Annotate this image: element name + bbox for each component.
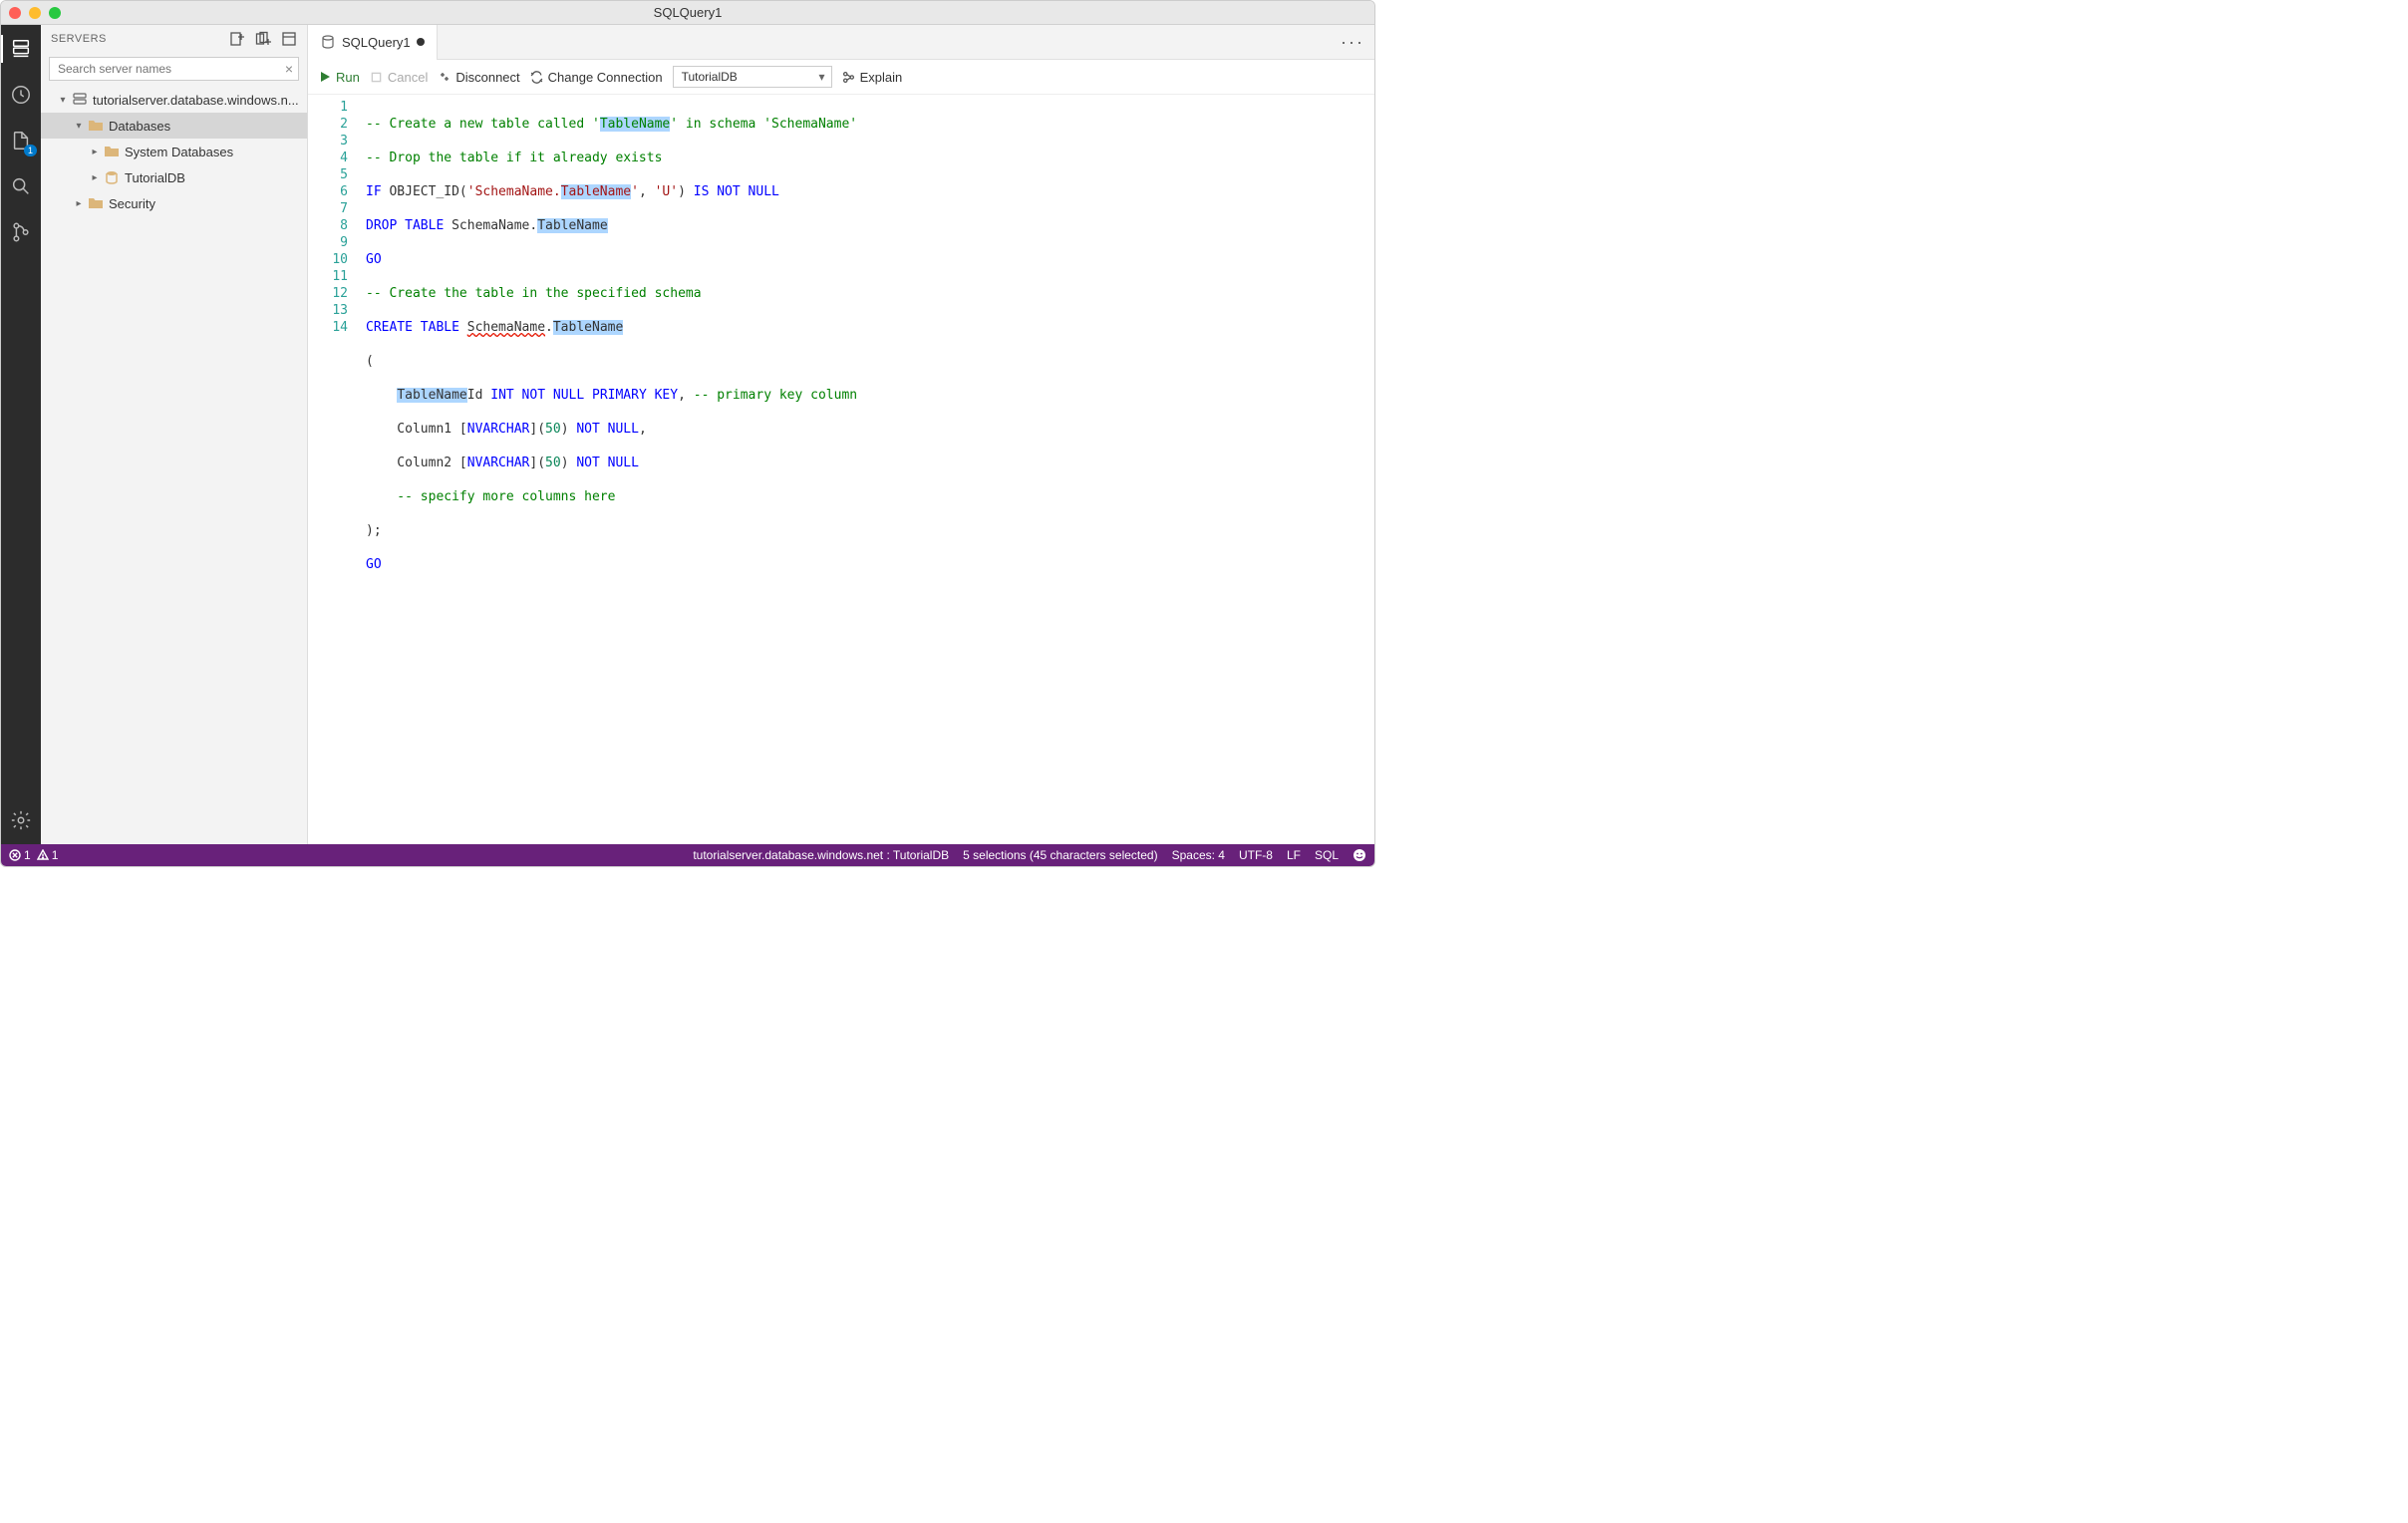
explorer-activity-icon[interactable]: 1 <box>7 127 35 154</box>
status-encoding[interactable]: UTF-8 <box>1239 848 1273 862</box>
task-history-activity-icon[interactable] <box>7 81 35 109</box>
new-connection-icon[interactable] <box>229 31 245 47</box>
security-label: Security <box>109 196 155 211</box>
status-language[interactable]: SQL <box>1315 848 1339 862</box>
disconnect-icon <box>438 70 452 84</box>
databases-node[interactable]: ▾ Databases <box>41 113 307 139</box>
change-connection-icon <box>530 70 544 84</box>
status-bar: 1 1 tutorialserver.database.windows.net … <box>1 844 1374 866</box>
chevron-down-icon: ▾ <box>71 121 87 132</box>
editor-tabs: SQLQuery1 ··· <box>308 25 1374 60</box>
sidebar: SERVERS × ▾ tutorialserver.database.wind… <box>41 25 308 844</box>
security-node[interactable]: ▸ Security <box>41 190 307 216</box>
status-spaces[interactable]: Spaces: 4 <box>1172 848 1225 862</box>
system-databases-node[interactable]: ▸ System Databases <box>41 139 307 164</box>
activity-bar: 1 <box>1 25 41 844</box>
cancel-button: Cancel <box>370 70 428 85</box>
databases-label: Databases <box>109 119 170 134</box>
status-errors[interactable]: 1 <box>9 848 31 862</box>
chevron-down-icon: ▾ <box>55 95 71 106</box>
tutorialdb-label: TutorialDB <box>125 170 185 185</box>
tutorialdb-node[interactable]: ▸ TutorialDB <box>41 164 307 190</box>
tab-sqlquery1[interactable]: SQLQuery1 <box>308 25 438 60</box>
folder-icon <box>87 194 105 212</box>
sidebar-title: SERVERS <box>51 33 107 45</box>
status-connection[interactable]: tutorialserver.database.windows.net : Tu… <box>693 848 949 862</box>
folder-icon <box>87 117 105 135</box>
sidebar-header: SERVERS <box>41 25 307 53</box>
explain-button[interactable]: Explain <box>842 70 903 85</box>
code-editor[interactable]: 1234567891011121314 -- Create a new tabl… <box>308 95 1374 844</box>
tab-label: SQLQuery1 <box>342 35 411 50</box>
folder-icon <box>103 143 121 160</box>
status-eol[interactable]: LF <box>1287 848 1301 862</box>
line-numbers: 1234567891011121314 <box>308 95 358 844</box>
new-group-icon[interactable] <box>255 31 271 47</box>
editor-more-actions[interactable]: ··· <box>1331 32 1374 53</box>
clear-search-icon[interactable]: × <box>285 61 293 77</box>
error-icon <box>9 849 21 861</box>
window-minimize-button[interactable] <box>29 7 41 19</box>
server-node[interactable]: ▾ tutorialserver.database.windows.n... <box>41 87 307 113</box>
database-select-value: TutorialDB <box>682 70 738 84</box>
disconnect-button[interactable]: Disconnect <box>438 70 519 85</box>
status-warnings[interactable]: 1 <box>37 848 59 862</box>
editor-area: SQLQuery1 ··· Run Cancel Disconnect <box>308 25 1374 844</box>
window-close-button[interactable] <box>9 7 21 19</box>
chevron-right-icon: ▸ <box>71 198 87 209</box>
warning-icon <box>37 849 49 861</box>
database-icon <box>103 168 121 186</box>
chevron-right-icon: ▸ <box>87 172 103 183</box>
show-connections-icon[interactable] <box>281 31 297 47</box>
status-selections[interactable]: 5 selections (45 characters selected) <box>963 848 1157 862</box>
change-connection-button[interactable]: Change Connection <box>530 70 663 85</box>
server-tree: ▾ tutorialserver.database.windows.n... ▾… <box>41 87 307 844</box>
status-feedback-icon[interactable] <box>1353 848 1366 862</box>
run-button[interactable]: Run <box>318 70 360 85</box>
code-content[interactable]: -- Create a new table called 'TableName'… <box>358 95 1374 844</box>
server-label: tutorialserver.database.windows.n... <box>93 93 299 108</box>
window-title: SQLQuery1 <box>654 5 723 20</box>
query-toolbar: Run Cancel Disconnect Change Connection … <box>308 60 1374 95</box>
sql-file-icon <box>320 34 336 50</box>
database-select[interactable]: TutorialDB <box>673 66 832 88</box>
dirty-indicator-icon <box>417 38 425 46</box>
titlebar: SQLQuery1 <box>1 1 1374 25</box>
play-icon <box>318 70 332 84</box>
source-control-activity-icon[interactable] <box>7 218 35 246</box>
server-icon <box>71 91 89 109</box>
explorer-badge: 1 <box>24 145 37 156</box>
window-zoom-button[interactable] <box>49 7 61 19</box>
stop-icon <box>370 70 384 84</box>
server-search-input[interactable] <box>49 57 299 81</box>
system-databases-label: System Databases <box>125 145 233 159</box>
search-activity-icon[interactable] <box>7 172 35 200</box>
servers-activity-icon[interactable] <box>7 35 35 63</box>
server-search: × <box>49 57 299 81</box>
explain-icon <box>842 70 856 84</box>
settings-activity-icon[interactable] <box>7 806 35 834</box>
chevron-right-icon: ▸ <box>87 147 103 157</box>
